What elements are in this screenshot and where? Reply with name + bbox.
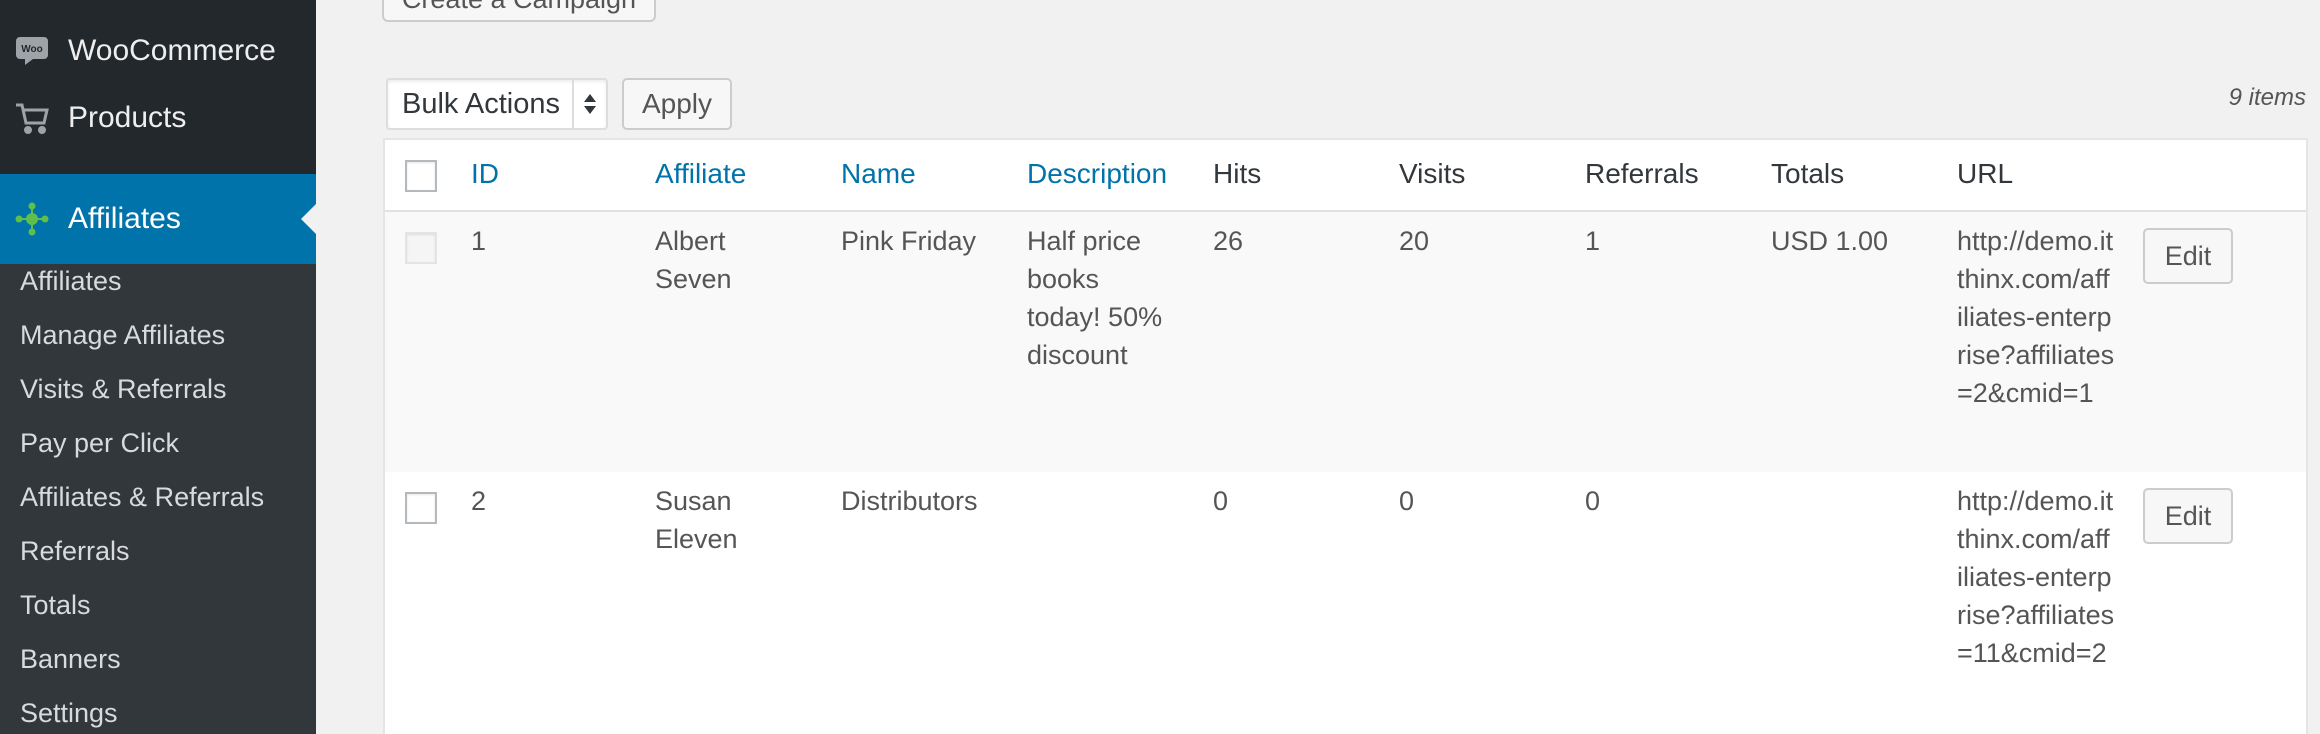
table-header: ID Affiliate Name Description Hits Visit… bbox=[385, 140, 2306, 212]
menu-products-label: Products bbox=[68, 101, 187, 134]
edit-button[interactable]: Edit bbox=[2143, 488, 2233, 544]
cell-url: http://demo.itthinx.com/affiliates-enter… bbox=[1957, 226, 2115, 408]
column-name[interactable]: Name bbox=[841, 158, 916, 190]
submenu-manage-affiliates[interactable]: Manage Affiliates bbox=[20, 320, 225, 351]
cell-visits: 0 bbox=[1399, 486, 1415, 516]
cell-hits: 26 bbox=[1213, 226, 1244, 256]
svg-text:Woo: Woo bbox=[21, 44, 42, 55]
row-checkbox[interactable] bbox=[405, 232, 437, 264]
submenu-banners[interactable]: Banners bbox=[20, 644, 121, 675]
menu-affiliates[interactable]: Affiliates bbox=[0, 174, 316, 264]
cell-url: http://demo.itthinx.com/affiliates-enter… bbox=[1957, 486, 2115, 668]
submenu-totals[interactable]: Totals bbox=[20, 590, 91, 621]
table-row: 1 Albert Seven Pink Friday Half price bo… bbox=[385, 212, 2306, 472]
submenu-pay-per-click[interactable]: Pay per Click bbox=[20, 428, 179, 459]
submenu-referrals[interactable]: Referrals bbox=[20, 536, 130, 567]
apply-button[interactable]: Apply bbox=[622, 78, 732, 130]
column-url: URL bbox=[1957, 158, 2014, 189]
submenu-affiliates-referrals[interactable]: Affiliates & Referrals bbox=[20, 482, 264, 513]
submenu-affiliates[interactable]: Affiliates bbox=[20, 266, 122, 297]
submenu-settings[interactable]: Settings bbox=[20, 698, 118, 729]
select-all-checkbox[interactable] bbox=[405, 160, 437, 192]
menu-affiliates-label: Affiliates bbox=[68, 202, 181, 235]
cell-affiliate: Albert Seven bbox=[655, 226, 732, 294]
cell-id: 2 bbox=[471, 486, 487, 516]
cart-icon bbox=[14, 100, 50, 136]
items-count: 9 items bbox=[2228, 84, 2306, 111]
column-visits: Visits bbox=[1399, 158, 1466, 189]
cell-description: Half price books today! 50% discount bbox=[1027, 226, 1163, 370]
edit-button[interactable]: Edit bbox=[2143, 228, 2233, 284]
column-description[interactable]: Description bbox=[1027, 158, 1167, 190]
menu-products[interactable]: Products bbox=[0, 85, 316, 151]
cell-referrals: 0 bbox=[1585, 486, 1601, 516]
column-totals: Totals bbox=[1771, 158, 1845, 189]
table-row: 2 Susan Eleven Distributors 0 0 0 http:/… bbox=[385, 472, 2306, 734]
select-arrows-icon bbox=[572, 80, 606, 128]
menu-woocommerce[interactable]: Woo WooCommerce bbox=[0, 18, 316, 84]
menu-woocommerce-label: WooCommerce bbox=[68, 34, 276, 67]
cell-visits: 20 bbox=[1399, 226, 1430, 256]
column-id[interactable]: ID bbox=[471, 158, 499, 190]
column-referrals: Referrals bbox=[1585, 158, 1699, 189]
cell-hits: 0 bbox=[1213, 486, 1229, 516]
cell-name: Distributors bbox=[841, 486, 978, 516]
row-checkbox[interactable] bbox=[405, 492, 437, 524]
cell-affiliate: Susan Eleven bbox=[655, 486, 738, 554]
woocommerce-icon: Woo bbox=[14, 33, 50, 69]
column-affiliate[interactable]: Affiliate bbox=[655, 158, 746, 190]
cell-name: Pink Friday bbox=[841, 226, 977, 256]
campaigns-table: ID Affiliate Name Description Hits Visit… bbox=[383, 138, 2308, 734]
submenu-visits-referrals[interactable]: Visits & Referrals bbox=[20, 374, 227, 405]
cell-id: 1 bbox=[471, 226, 487, 256]
create-campaign-button[interactable]: Create a Campaign bbox=[382, 0, 656, 22]
admin-sidebar: Woo WooCommerce Products Affiliates Affi… bbox=[0, 0, 316, 734]
column-hits: Hits bbox=[1213, 158, 1262, 189]
cell-totals: USD 1.00 bbox=[1771, 226, 1889, 256]
affiliates-network-icon bbox=[14, 201, 50, 237]
affiliates-submenu: Affiliates Manage Affiliates Visits & Re… bbox=[0, 264, 316, 734]
cell-referrals: 1 bbox=[1585, 226, 1601, 256]
bulk-actions-select[interactable]: Bulk Actions bbox=[386, 78, 608, 130]
bulk-actions-selected-value: Bulk Actions bbox=[402, 87, 560, 120]
